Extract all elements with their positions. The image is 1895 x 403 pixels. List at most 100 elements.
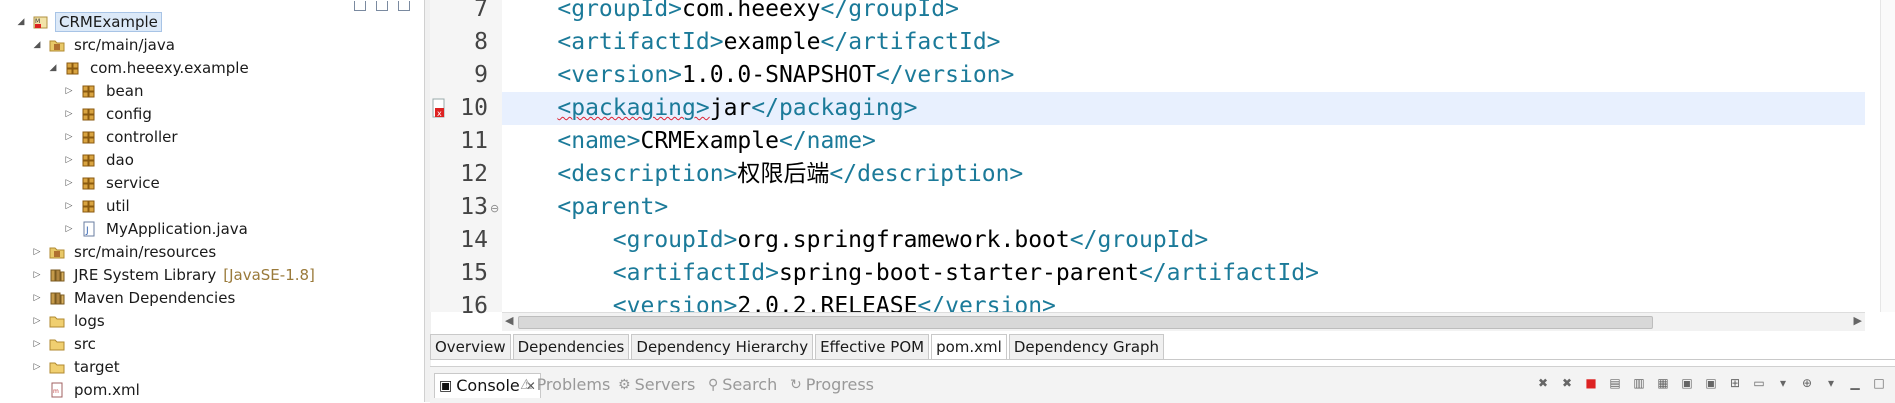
xml-open-tag: <artifactId>	[557, 29, 724, 55]
tree-item[interactable]: ▷ dao	[64, 148, 137, 171]
project-icon: M	[32, 14, 50, 30]
minimize-icon[interactable]: ▁	[1847, 375, 1863, 391]
tree-item[interactable]: ◢ com.heeexy.example	[48, 56, 252, 79]
display-console-icon[interactable]: ▭	[1751, 375, 1767, 391]
code-line[interactable]: <artifactId>spring-boot-starter-parent</…	[502, 257, 1865, 290]
word-wrap-icon[interactable]: ▦	[1655, 375, 1671, 391]
tree-item[interactable]: ▷ src	[32, 332, 99, 355]
collapse-all-icon[interactable]	[354, 1, 366, 11]
xml-open-tag: <version>	[557, 62, 683, 88]
chevron-down-icon[interactable]: ▾	[1823, 375, 1839, 391]
pin-console-icon[interactable]: ⊞	[1727, 375, 1743, 391]
expanded-twisty-icon[interactable]: ◢	[48, 63, 58, 73]
package-icon	[80, 152, 98, 168]
view-tab-label: Problems	[536, 375, 611, 394]
line-number: 11	[460, 128, 488, 154]
tree-item[interactable]: ▷ config	[64, 102, 155, 125]
xml-open-tag: <description>	[557, 161, 738, 187]
error-marker-icon[interactable]: x	[432, 98, 446, 120]
scroll-lock-icon[interactable]: ▥	[1631, 375, 1647, 391]
pom-tab[interactable]: pom.xml	[931, 334, 1007, 359]
terminate-icon[interactable]: ■	[1583, 375, 1599, 391]
scroll-left-icon[interactable]: ◀	[505, 314, 513, 327]
tree-item[interactable]: ▷ controller	[64, 125, 181, 148]
collapsed-twisty-icon[interactable]: ▷	[64, 178, 74, 188]
collapsed-twisty-icon[interactable]: ▷	[32, 362, 42, 372]
expanded-twisty-icon[interactable]: ◢	[16, 17, 26, 27]
view-tab[interactable]: ⚙ Servers	[618, 373, 695, 397]
view-tab[interactable]: ⚲ Search	[708, 373, 777, 397]
tree-item-label: pom.xml	[74, 380, 140, 399]
tree-item[interactable]: m pom.xml	[32, 378, 143, 401]
package-icon	[80, 129, 98, 145]
code-line[interactable]: <artifactId>example</artifactId>	[502, 26, 1865, 59]
clear-console-icon[interactable]: ▤	[1607, 375, 1623, 391]
collapsed-twisty-icon[interactable]: ▷	[32, 316, 42, 326]
remove-launch-icon[interactable]: ✖	[1535, 375, 1551, 391]
new-console-icon[interactable]: ⊕	[1799, 375, 1815, 391]
tree-item[interactable]: ▷ util	[64, 194, 133, 217]
collapsed-twisty-icon[interactable]: ▷	[64, 109, 74, 119]
tree-item-label: src/main/resources	[74, 242, 217, 261]
xml-close-tag: </groupId>	[1069, 227, 1209, 253]
horizontal-scroll-thumb[interactable]	[518, 316, 1653, 329]
collapsed-twisty-icon[interactable]: ▷	[32, 247, 42, 257]
progress-icon: ↻	[790, 377, 802, 393]
code-line[interactable]: <packaging>jar</packaging>	[502, 92, 1865, 125]
tree-item[interactable]: ▷ JRE System Library [JavaSE-1.8]	[32, 263, 315, 286]
view-tab[interactable]: ⚠ Problems	[520, 373, 610, 397]
servers-icon: ⚙	[618, 377, 631, 393]
collapsed-twisty-icon[interactable]: ▷	[64, 155, 74, 165]
code-line[interactable]: <parent>	[502, 191, 1865, 224]
collapsed-twisty-icon[interactable]: ▷	[32, 339, 42, 349]
tree-item[interactable]: ▷ src/main/resources	[32, 240, 219, 263]
fold-toggle-icon[interactable]: ⊖	[490, 202, 499, 215]
pom-tab[interactable]: Overview	[430, 334, 511, 359]
tree-item[interactable]: ▷ target	[32, 355, 123, 378]
tree-item-label: bean	[106, 81, 144, 100]
view-tab[interactable]: ↻ Progress	[790, 373, 874, 397]
tree-item[interactable]: ▷ J MyApplication.java	[64, 217, 251, 240]
show-on-output-icon[interactable]: ▣	[1679, 375, 1695, 391]
package-icon	[80, 83, 98, 99]
expanded-twisty-icon[interactable]: ◢	[32, 40, 42, 50]
tree-item-label: com.heeexy.example	[90, 58, 249, 77]
tree-item-label: service	[106, 173, 160, 192]
library-icon	[48, 290, 66, 306]
chevron-down-icon[interactable]: ▾	[1775, 375, 1791, 391]
tree-item[interactable]: ▷ Maven Dependencies	[32, 286, 238, 309]
xml-editor[interactable]: x 7 8 9 10 11 12 13 ⊖ 14 15 16 <groupId>com.heeexy…	[430, 0, 1895, 331]
code-line[interactable]: <name>CRMExample</name>	[502, 125, 1865, 158]
remove-all-launches-icon[interactable]: ✖	[1559, 375, 1575, 391]
collapsed-twisty-icon[interactable]: ▷	[64, 224, 74, 234]
link-with-editor-icon[interactable]	[376, 1, 388, 11]
line-number: 12	[460, 161, 488, 187]
explorer-toolbar	[354, 0, 410, 12]
collapsed-twisty-icon[interactable]: ▷	[32, 270, 42, 280]
code-line[interactable]: <groupId>org.springframework.boot</group…	[502, 224, 1865, 257]
code-line[interactable]: <version>1.0.0-SNAPSHOT</version>	[502, 59, 1865, 92]
collapsed-twisty-icon[interactable]: ▷	[64, 132, 74, 142]
pom-tab[interactable]: Dependencies	[512, 334, 630, 359]
collapsed-twisty-icon[interactable]: ▷	[64, 86, 74, 96]
tree-item[interactable]: ▷ bean	[64, 79, 146, 102]
collapsed-twisty-icon[interactable]: ▷	[64, 201, 74, 211]
code-line[interactable]: <description>权限后端</description>	[502, 158, 1865, 191]
pom-tab[interactable]: Dependency Graph	[1008, 334, 1165, 359]
vertical-scrollbar[interactable]	[1880, 0, 1895, 312]
tree-item[interactable]: ▷ logs	[32, 309, 108, 332]
collapsed-twisty-icon[interactable]: ▷	[32, 293, 42, 303]
scroll-right-icon[interactable]: ▶	[1854, 314, 1862, 327]
horizontal-scrollbar[interactable]: ◀ ▶	[502, 312, 1865, 331]
pom-tab[interactable]: Dependency Hierarchy	[631, 334, 814, 359]
pom-tab[interactable]: Effective POM	[815, 334, 930, 359]
code-line[interactable]: <groupId>com.heeexy</groupId>	[502, 0, 1865, 26]
tree-item[interactable]: ◢ M CRMExample	[16, 10, 162, 33]
tree-item[interactable]: ◢ src/main/java	[32, 33, 178, 56]
show-on-error-icon[interactable]: ▣	[1703, 375, 1719, 391]
tree-item[interactable]: ▷ service	[64, 171, 163, 194]
maximize-icon[interactable]: □	[1871, 375, 1887, 391]
view-menu-icon[interactable]	[398, 1, 410, 11]
xml-open-tag: <groupId>	[557, 0, 683, 22]
